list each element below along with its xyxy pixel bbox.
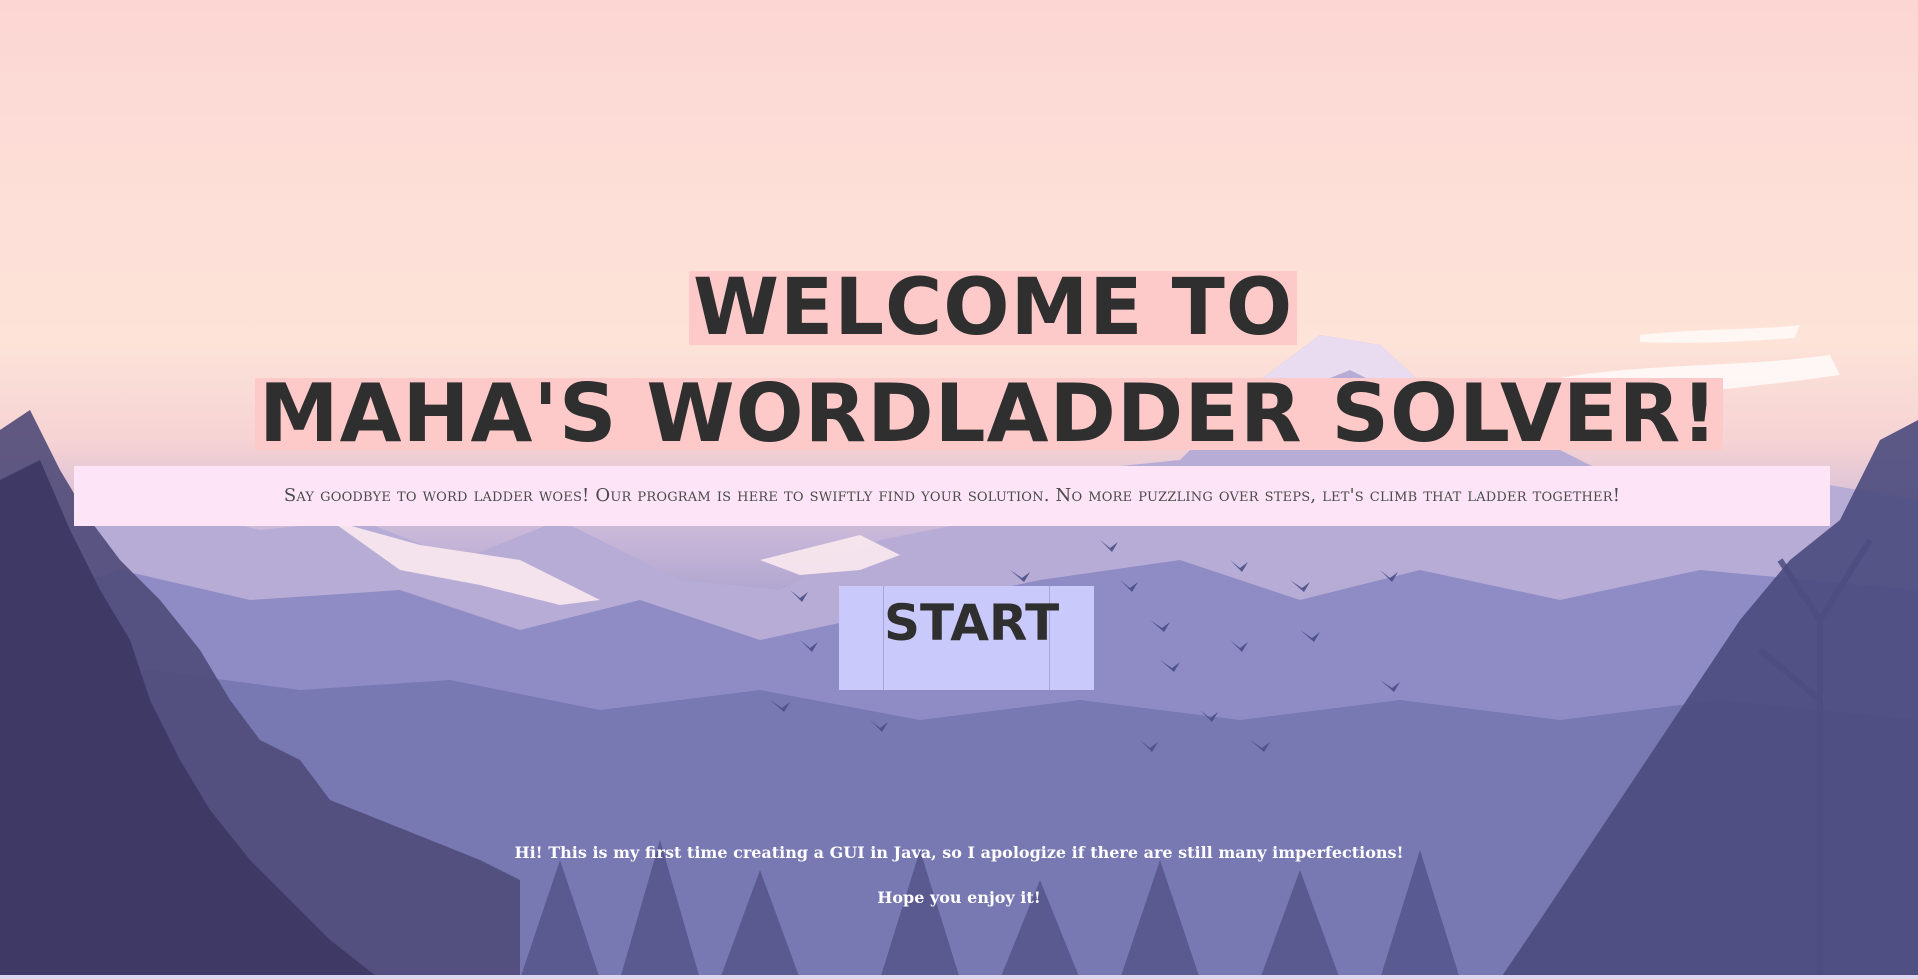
start-button-label: START [884,594,1060,652]
footer-note: Hi! This is my first time creating a GUI… [514,843,1404,862]
window-bottom-edge [0,975,1918,979]
tagline-banner: Say goodbye to word ladder woes! Our pro… [74,466,1830,526]
welcome-screen: WELCOME TO MAHA'S WORDLADDER SOLVER! Say… [0,0,1918,979]
page-title-line-2: MAHA'S WORDLADDER SOLVER! [255,374,1723,454]
footer-greeting: Hope you enjoy it! [877,888,1041,907]
start-button[interactable]: START [883,586,1060,690]
start-button-container: START [839,586,1094,690]
page-title-line-1: WELCOME TO [689,269,1298,347]
